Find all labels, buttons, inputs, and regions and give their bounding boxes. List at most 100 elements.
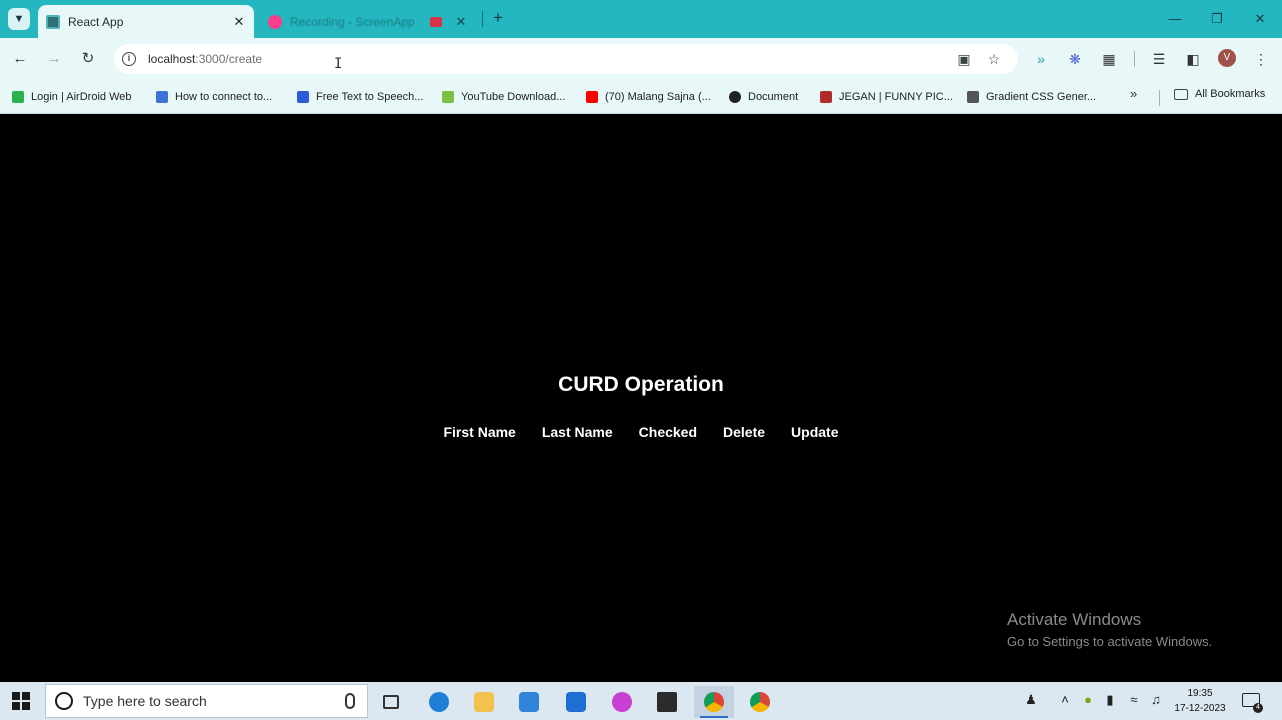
airdroid-icon [12,91,24,103]
url-text[interactable]: localhost:3000/create [148,52,262,66]
file-explorer-icon[interactable] [464,686,504,718]
tab-title: Recording - ScreenApp [290,14,415,29]
site-info-icon[interactable]: i [122,52,136,66]
reload-icon[interactable]: ↻ [77,48,99,70]
edge-icon[interactable] [419,686,459,718]
wifi-icon[interactable]: ≈ [1124,692,1144,707]
microphone-icon[interactable] [345,693,355,709]
search-placeholder: Type here to search [83,693,207,709]
bookmark-label: Free Text to Speech... [316,91,424,103]
chrome-secondary-icon[interactable] [740,686,780,718]
close-window-button[interactable]: ✕ [1250,9,1270,29]
bookmark-label: JEGAN | FUNNY PIC... [839,91,953,103]
bookmark-how-to-connect[interactable]: How to connect to... [156,88,272,106]
notification-count-badge: 4 [1253,703,1263,713]
bookmark-airdroid[interactable]: Login | AirDroid Web [12,88,131,106]
text-cursor-icon: I [334,56,343,72]
close-icon[interactable]: ✕ [452,14,470,30]
bookmark-label: Gradient CSS Gener... [986,91,1097,103]
react-app-favicon-icon [46,14,60,29]
battery-icon[interactable]: ▮ [1100,692,1120,708]
column-header-delete: Delete [723,424,766,440]
download-icon [442,91,454,103]
page-title: CURD Operation [558,373,724,396]
activate-windows-watermark: Activate Windows Go to Settings to activ… [1007,610,1212,649]
youtube-icon [586,91,598,103]
people-icon[interactable]: ♟ [1021,692,1041,708]
gradient-icon [967,91,979,103]
extensions-puzzle-icon[interactable]: ▦ [1098,48,1120,70]
system-clock[interactable]: 19:35 17-12-2023 [1168,686,1232,716]
address-bar[interactable]: i localhost:3000/create ▣ ☆ [114,44,1018,74]
folder-icon [1174,88,1188,100]
speech-icon [297,91,309,103]
bookmark-malang-sajna[interactable]: (70) Malang Sajna (... [586,88,711,106]
bookmark-label: YouTube Download... [461,91,566,103]
forward-arrow-icon[interactable]: → [43,48,65,70]
tab-title: React App [68,14,124,29]
taskbar-search-box[interactable]: Type here to search [45,684,368,718]
image-icon [820,91,832,103]
all-bookmarks-button[interactable]: All Bookmarks [1174,88,1265,100]
bookmark-label: Login | AirDroid Web [31,91,132,103]
menu-kebab-icon[interactable]: ⋮ [1250,48,1272,70]
all-bookmarks-label: All Bookmarks [1195,88,1266,100]
media-controls-icon[interactable]: ☰ [1148,48,1170,70]
minimize-button[interactable]: — [1165,9,1185,29]
tab-divider [482,11,483,27]
browser-purple-icon[interactable] [602,686,642,718]
back-arrow-icon[interactable]: ← [9,48,31,70]
bookmarks-divider [1159,90,1160,106]
side-panel-icon[interactable]: ◧ [1182,48,1204,70]
globe-icon [729,91,741,103]
windows-start-icon[interactable] [12,692,30,710]
bookmark-label: Document [748,91,799,103]
bookmark-gradient-css[interactable]: Gradient CSS Gener... [967,88,1096,106]
person-icon [156,91,168,103]
column-header-checked: Checked [638,424,698,440]
windows-taskbar: Type here to search ♟ ˄ ● ▮ ≈ ♫ 19:35 17… [0,682,1282,720]
page-content: CURD Operation First Name Last Name Chec… [0,115,1282,682]
store-icon[interactable] [509,686,549,718]
task-view-icon[interactable] [371,686,411,718]
watermark-subtitle: Go to Settings to activate Windows. [1007,634,1213,649]
bookmark-label: (70) Malang Sajna (... [605,91,711,103]
toolbar-divider [1134,51,1135,67]
column-header-update: Update [791,424,839,440]
restore-button[interactable]: ❐ [1207,9,1227,29]
clock-time: 19:35 [1187,688,1213,699]
column-header-last-name: Last Name [541,424,613,440]
more-bookmarks-chevron-icon[interactable]: » [1130,86,1137,101]
extension-gear-icon[interactable]: ❋ [1064,48,1086,70]
cortana-circle-icon [55,692,73,710]
bookmark-document[interactable]: Document [729,88,798,106]
chrome-icon[interactable] [694,686,734,718]
new-tab-button[interactable]: + [488,8,508,28]
column-header-first-name: First Name [443,424,516,440]
mail-icon[interactable] [556,686,596,718]
clock-date: 17-12-2023 [1174,703,1226,714]
tab-recording[interactable]: Recording - ScreenApp ✕ [258,5,476,38]
tab-react-app[interactable]: React App ✕ [38,5,254,38]
bookmarks-bar: Login | AirDroid Web How to connect to..… [0,80,1282,114]
tray-app-icon[interactable]: ● [1078,692,1098,707]
bookmark-text-to-speech[interactable]: Free Text to Speech... [297,88,423,106]
install-app-icon[interactable]: ▣ [953,48,975,70]
extension-arrow-icon[interactable]: » [1030,48,1052,70]
profile-avatar[interactable]: V [1218,49,1236,67]
tray-chevron-up-icon[interactable]: ˄ [1055,692,1075,707]
bookmark-youtube-download[interactable]: YouTube Download... [442,88,565,106]
browser-toolbar: ← → ↻ i localhost:3000/create ▣ ☆ » ❋ ▦ … [0,38,1282,80]
tab-strip: ▼ React App ✕ Recording - ScreenApp ✕ + … [0,0,1282,38]
recording-indicator-icon [430,16,442,27]
watermark-title: Activate Windows [1007,610,1142,629]
bookmark-star-icon[interactable]: ☆ [983,48,1005,70]
tab-search-button[interactable]: ▼ [8,8,30,30]
close-icon[interactable]: ✕ [230,14,248,30]
url-path: :3000/create [195,52,263,66]
bookmark-jegan[interactable]: JEGAN | FUNNY PIC... [820,88,953,106]
table-header-row: First Name Last Name Checked Delete Upda… [0,424,1282,440]
volume-icon[interactable]: ♫ [1146,692,1166,707]
terminal-icon[interactable] [647,686,687,718]
url-host: localhost [148,52,196,66]
